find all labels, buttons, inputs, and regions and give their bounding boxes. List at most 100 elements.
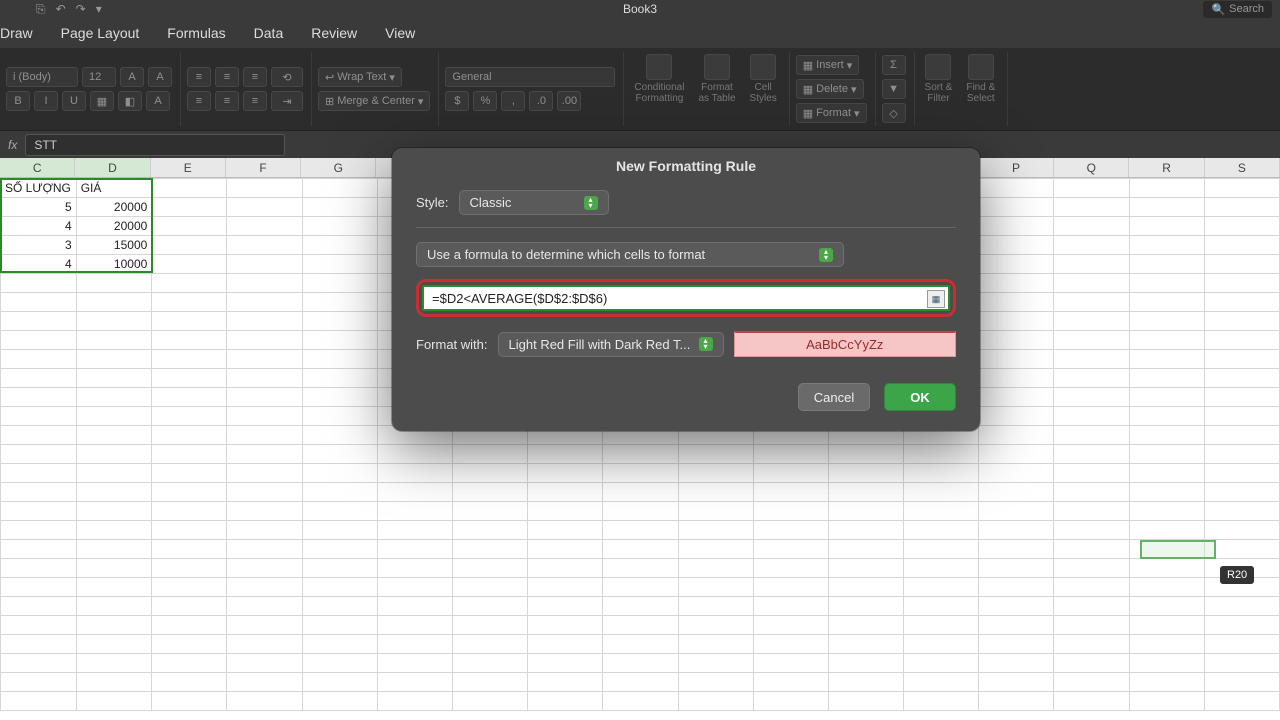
inc-decimal-button[interactable]: .0 bbox=[529, 91, 553, 111]
cell[interactable] bbox=[828, 445, 903, 464]
cell[interactable] bbox=[678, 654, 753, 673]
cell[interactable] bbox=[603, 464, 678, 483]
cell[interactable] bbox=[1129, 483, 1204, 502]
cell[interactable] bbox=[1204, 312, 1279, 331]
cell[interactable] bbox=[227, 293, 302, 312]
cell[interactable] bbox=[678, 445, 753, 464]
cell[interactable] bbox=[1129, 293, 1204, 312]
cell[interactable] bbox=[1054, 578, 1129, 597]
cell[interactable]: 4 bbox=[1, 255, 77, 274]
cell[interactable] bbox=[1, 502, 77, 521]
cell[interactable] bbox=[1129, 540, 1204, 559]
cell[interactable]: GIÁ bbox=[76, 179, 152, 198]
cell[interactable] bbox=[904, 464, 979, 483]
cell[interactable] bbox=[603, 559, 678, 578]
cell[interactable] bbox=[76, 369, 152, 388]
cell[interactable] bbox=[1129, 312, 1204, 331]
cell[interactable] bbox=[227, 540, 302, 559]
tab-formulas[interactable]: Formulas bbox=[167, 25, 225, 41]
cell[interactable] bbox=[979, 217, 1054, 236]
cell[interactable] bbox=[1054, 198, 1129, 217]
cell[interactable] bbox=[979, 692, 1054, 711]
cell[interactable] bbox=[76, 464, 152, 483]
cell[interactable] bbox=[227, 654, 302, 673]
cell[interactable] bbox=[1129, 407, 1204, 426]
cell[interactable] bbox=[828, 483, 903, 502]
cell[interactable] bbox=[1129, 331, 1204, 350]
tab-data[interactable]: Data bbox=[254, 25, 284, 41]
delete-button[interactable]: ▦ Delete ▾ bbox=[796, 79, 864, 99]
cell[interactable] bbox=[979, 445, 1054, 464]
cell[interactable] bbox=[1129, 673, 1204, 692]
cell[interactable] bbox=[302, 236, 377, 255]
cell[interactable] bbox=[152, 540, 227, 559]
number-format-select[interactable]: General bbox=[445, 67, 615, 87]
cell[interactable] bbox=[1129, 445, 1204, 464]
col-header-E[interactable]: E bbox=[151, 158, 226, 177]
cell[interactable] bbox=[1204, 692, 1279, 711]
cell[interactable] bbox=[1204, 464, 1279, 483]
cell[interactable] bbox=[1204, 635, 1279, 654]
cell[interactable] bbox=[753, 616, 828, 635]
cell[interactable] bbox=[1054, 350, 1129, 369]
cell[interactable] bbox=[1, 597, 77, 616]
tab-view[interactable]: View bbox=[385, 25, 415, 41]
cell[interactable] bbox=[302, 521, 377, 540]
tab-draw[interactable]: Draw bbox=[0, 25, 33, 41]
cell[interactable] bbox=[1, 331, 77, 350]
cell[interactable] bbox=[76, 350, 152, 369]
cell[interactable] bbox=[1129, 198, 1204, 217]
cell[interactable] bbox=[227, 521, 302, 540]
col-header-S[interactable]: S bbox=[1205, 158, 1280, 177]
cell[interactable] bbox=[753, 521, 828, 540]
cell[interactable] bbox=[603, 692, 678, 711]
cell[interactable] bbox=[828, 464, 903, 483]
undo-icon[interactable]: ↶ bbox=[56, 2, 66, 16]
cell[interactable] bbox=[1054, 540, 1129, 559]
cell[interactable] bbox=[828, 635, 903, 654]
cell[interactable] bbox=[227, 312, 302, 331]
cell[interactable] bbox=[227, 673, 302, 692]
cell[interactable] bbox=[1054, 502, 1129, 521]
cell[interactable] bbox=[753, 692, 828, 711]
cell[interactable] bbox=[528, 654, 603, 673]
cell[interactable] bbox=[828, 673, 903, 692]
cell[interactable] bbox=[227, 464, 302, 483]
cell[interactable] bbox=[1, 464, 77, 483]
clear-button[interactable]: ◇ bbox=[882, 103, 906, 123]
cell[interactable] bbox=[904, 597, 979, 616]
cell[interactable] bbox=[76, 654, 152, 673]
cell[interactable] bbox=[753, 559, 828, 578]
fx-label[interactable]: fx bbox=[8, 138, 17, 152]
cell[interactable] bbox=[377, 616, 452, 635]
format-button[interactable]: ▦ Format ▾ bbox=[796, 103, 867, 123]
cell[interactable] bbox=[1054, 597, 1129, 616]
cell[interactable] bbox=[1, 312, 77, 331]
cell[interactable] bbox=[528, 578, 603, 597]
cell[interactable] bbox=[152, 312, 227, 331]
cell[interactable] bbox=[452, 597, 527, 616]
align-top-button[interactable]: ≡ bbox=[187, 67, 211, 87]
cell[interactable] bbox=[979, 331, 1054, 350]
cell[interactable] bbox=[302, 274, 377, 293]
cell[interactable] bbox=[753, 578, 828, 597]
cell[interactable] bbox=[76, 331, 152, 350]
col-header-C[interactable]: C bbox=[0, 158, 75, 177]
cell[interactable] bbox=[76, 692, 152, 711]
cell[interactable] bbox=[227, 407, 302, 426]
cell[interactable] bbox=[1, 483, 77, 502]
cell[interactable] bbox=[603, 445, 678, 464]
cell[interactable] bbox=[1054, 426, 1129, 445]
tab-pagelayout[interactable]: Page Layout bbox=[61, 25, 140, 41]
cell[interactable] bbox=[828, 692, 903, 711]
cell[interactable] bbox=[1129, 521, 1204, 540]
cell[interactable] bbox=[76, 502, 152, 521]
cell[interactable] bbox=[76, 635, 152, 654]
cell[interactable] bbox=[1054, 521, 1129, 540]
cell[interactable] bbox=[377, 445, 452, 464]
cell[interactable] bbox=[302, 616, 377, 635]
cell[interactable] bbox=[1054, 559, 1129, 578]
align-middle-button[interactable]: ≡ bbox=[215, 67, 239, 87]
cell[interactable] bbox=[979, 407, 1054, 426]
cell[interactable] bbox=[828, 502, 903, 521]
